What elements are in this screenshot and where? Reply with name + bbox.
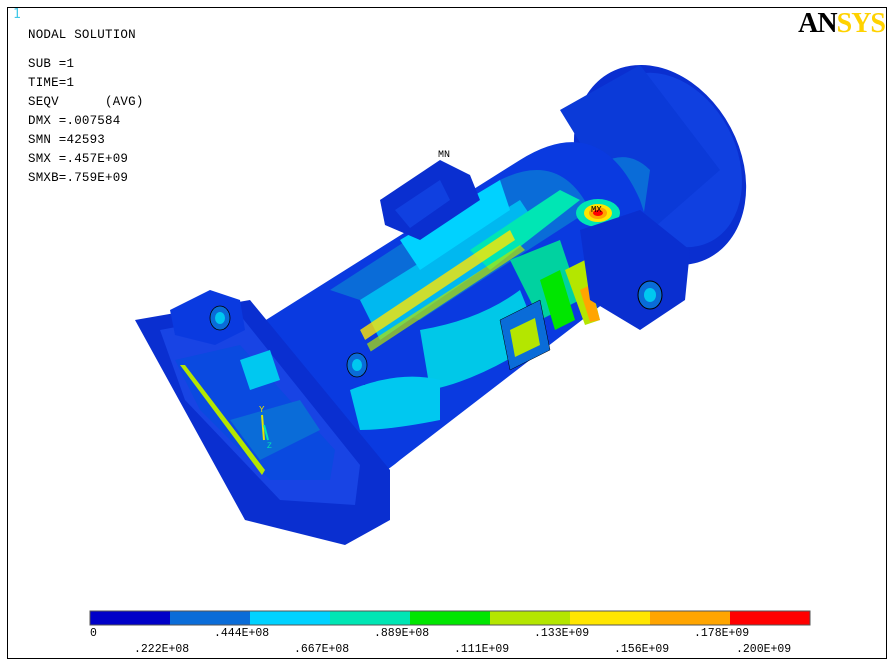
legend-label-bottom: .200E+09	[736, 643, 792, 656]
legend-label-top: 0	[90, 627, 97, 640]
legend-swatch	[170, 611, 250, 625]
legend-swatch	[730, 611, 810, 625]
fea-model-view[interactable]: Y Z MN MX	[0, 0, 895, 667]
legend-label-bottom: .667E+08	[294, 643, 350, 656]
legend-label-top: .889E+08	[374, 627, 430, 640]
triad-y-label: Y	[259, 405, 265, 415]
legend-label-bottom: .222E+08	[134, 643, 190, 656]
legend-label-top: .444E+08	[214, 627, 270, 640]
min-marker: MN	[438, 150, 450, 161]
legend-label-top: .133E+09	[534, 627, 590, 640]
legend-swatch	[650, 611, 730, 625]
legend-swatch	[410, 611, 490, 625]
max-marker: MX	[591, 205, 602, 215]
legend-label-bottom: .111E+09	[454, 643, 510, 656]
legend-swatch	[250, 611, 330, 625]
contour-legend	[89, 610, 811, 626]
legend-swatch	[90, 611, 170, 625]
legend-label-top: .178E+09	[694, 627, 750, 640]
legend-swatch	[570, 611, 650, 625]
legend-label-bottom: .156E+09	[614, 643, 670, 656]
triad-z-label: Z	[267, 442, 272, 451]
legend-swatch	[330, 611, 410, 625]
legend-swatch	[490, 611, 570, 625]
